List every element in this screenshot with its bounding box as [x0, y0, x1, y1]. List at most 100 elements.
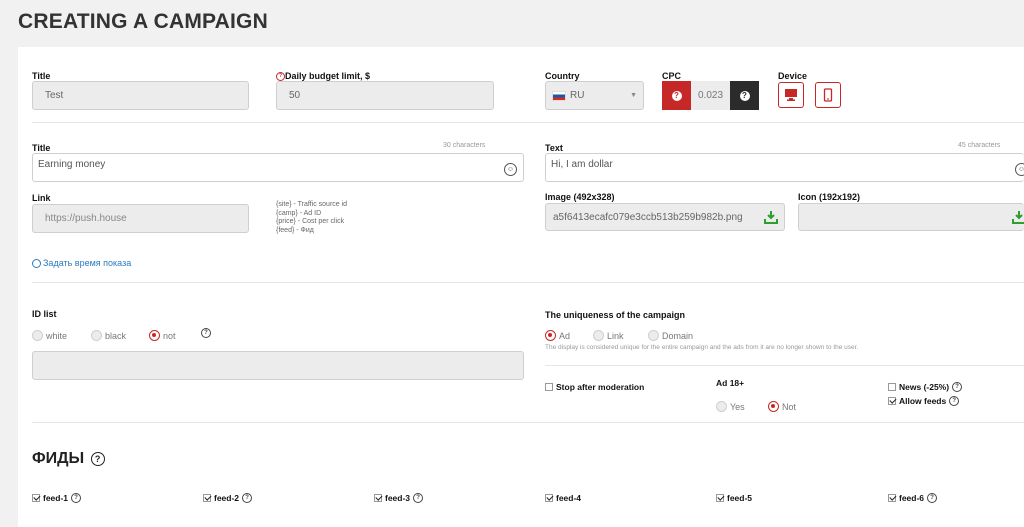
uniqueness-label: The uniqueness of the campaign	[545, 310, 686, 320]
feed-1-checkbox[interactable]: feed-1?	[32, 489, 82, 507]
ad-title-counter: 30 characters	[443, 142, 486, 149]
emoji-icon[interactable]: ☺	[1015, 163, 1024, 176]
download-icon[interactable]	[764, 210, 778, 224]
macro-price: {price} - Cost per click	[276, 218, 345, 225]
radio-circle-selected	[768, 401, 779, 413]
cpc-stepper: ? 0.023 ?	[662, 81, 759, 110]
checkbox-box-checked	[716, 493, 724, 502]
radio-circle-selected	[149, 330, 160, 342]
radio-circle	[716, 401, 727, 413]
feed-5-checkbox[interactable]: feed-5	[716, 489, 752, 507]
ad-title-value: Earning money	[38, 159, 106, 170]
emoji-icon[interactable]: ☺	[504, 163, 517, 176]
idlist-radio-black[interactable]: black	[91, 327, 126, 345]
image-filename: a5f6413ecafc079e3ccb513b259b982b.png	[553, 211, 743, 223]
stop-after-moderation-checkbox[interactable]: Stop after moderation	[545, 378, 644, 396]
desktop-icon	[785, 89, 797, 101]
campaign-title-input[interactable]: Test	[32, 81, 249, 110]
uniqueness-radio-link[interactable]: Link	[593, 327, 624, 345]
cpc-value[interactable]: 0.023	[691, 81, 730, 110]
checkbox-box-checked	[374, 493, 382, 502]
cpc-label: CPC	[662, 71, 682, 81]
chevron-down-icon: ▼	[630, 92, 637, 99]
feed-4-checkbox[interactable]: feed-4	[545, 489, 581, 507]
budget-label: ? Daily budget limit, $	[276, 71, 370, 82]
clock-icon	[32, 259, 41, 269]
page-title: CREATING A CAMPAIGN	[18, 10, 268, 33]
radio-circle	[32, 330, 43, 342]
ad18-radio-yes[interactable]: Yes	[716, 398, 745, 416]
checkbox-box	[888, 382, 896, 391]
idlist-radio-white[interactable]: white	[32, 327, 67, 345]
campaign-form: Title Test ? Daily budget limit, $ 50 Cou…	[18, 47, 1024, 527]
checkbox-box	[545, 382, 553, 391]
cpc-help-dark-button[interactable]: ?	[730, 81, 759, 110]
schedule-link[interactable]: Задать время показа	[32, 258, 131, 269]
link-label: Link	[32, 193, 51, 203]
allow-feeds-help-icon[interactable]: ?	[949, 395, 960, 406]
ad-text-value: Hi, I am dollar	[551, 159, 613, 170]
ad18-label: Ad 18+	[716, 378, 745, 388]
checkbox-box-checked	[203, 493, 211, 502]
link-input[interactable]: https://push.house	[32, 204, 249, 233]
ad-text-counter: 45 characters	[958, 142, 1001, 149]
feed-help-icon[interactable]: ?	[71, 492, 82, 503]
country-select[interactable]: RU ▼	[545, 81, 644, 110]
uniqueness-radio-domain[interactable]: Domain	[648, 327, 693, 345]
uniqueness-note: The display is considered unique for the…	[545, 344, 859, 351]
ad-text-input[interactable]: Hi, I am dollar ☺	[545, 153, 1024, 182]
mobile-icon	[823, 88, 833, 102]
icon-label: Icon (192x192)	[798, 192, 861, 202]
feeds-help-icon[interactable]: ?	[90, 451, 105, 466]
ad18-radio-not[interactable]: Not	[768, 398, 796, 416]
idlist-textarea[interactable]	[32, 351, 524, 380]
feed-3-checkbox[interactable]: feed-3?	[374, 489, 424, 507]
device-desktop-button[interactable]	[778, 82, 804, 108]
feed-6-checkbox[interactable]: feed-6?	[888, 489, 938, 507]
question-icon: ?	[739, 90, 750, 101]
russia-flag-icon	[552, 90, 566, 101]
macro-site: {site} - Traffic source id	[276, 201, 348, 208]
budget-help-icon[interactable]: ?	[276, 72, 285, 82]
image-label: Image (492x328)	[545, 192, 615, 202]
feeds-heading: ФИДЫ ?	[32, 450, 105, 468]
country-label: Country	[545, 71, 580, 81]
feed-help-icon[interactable]: ?	[413, 492, 424, 503]
checkbox-box-checked	[32, 493, 40, 502]
image-upload-field[interactable]: a5f6413ecafc079e3ccb513b259b982b.png	[545, 203, 785, 231]
question-icon: ?	[671, 90, 682, 101]
feed-help-icon[interactable]: ?	[242, 492, 253, 503]
checkbox-box-checked	[888, 396, 896, 405]
icon-upload-field[interactable]	[798, 203, 1024, 231]
country-value: RU	[570, 90, 585, 101]
campaign-title-value: Test	[45, 90, 64, 101]
idlist-label: ID list	[32, 309, 57, 319]
feed-2-checkbox[interactable]: feed-2?	[203, 489, 253, 507]
checkbox-box-checked	[545, 493, 553, 502]
macro-feed: {feed} - Фид	[276, 226, 314, 234]
campaign-title-label: Title	[32, 71, 51, 81]
allow-feeds-checkbox[interactable]: Allow feeds?	[888, 392, 960, 410]
ad-title-input[interactable]: Earning money ☺	[32, 153, 524, 182]
radio-circle	[648, 330, 659, 342]
radio-circle-selected	[545, 330, 556, 342]
uniqueness-radio-ad[interactable]: Ad	[545, 327, 570, 345]
ad-text-label: Text	[545, 143, 563, 153]
budget-value: 50	[289, 90, 301, 101]
feed-help-icon[interactable]: ?	[927, 492, 938, 503]
news-help-icon[interactable]: ?	[952, 381, 963, 392]
download-icon[interactable]	[1012, 210, 1024, 224]
radio-circle	[91, 330, 102, 342]
link-placeholder: https://push.house	[45, 213, 127, 224]
cpc-help-red-button[interactable]: ?	[662, 81, 691, 110]
macro-camp: {camp} - Ad ID	[276, 209, 322, 217]
ad-title-label: Title	[32, 143, 51, 153]
device-mobile-button[interactable]	[815, 82, 841, 108]
idlist-help-icon[interactable]: ?	[201, 328, 211, 338]
idlist-radio-not[interactable]: not	[149, 327, 176, 345]
link-macros: {site} - Traffic source id {camp} - Ad I…	[276, 201, 347, 235]
budget-input[interactable]: 50	[276, 81, 494, 110]
device-label: Device	[778, 71, 808, 81]
checkbox-box-checked	[888, 493, 896, 502]
radio-circle	[593, 330, 604, 342]
